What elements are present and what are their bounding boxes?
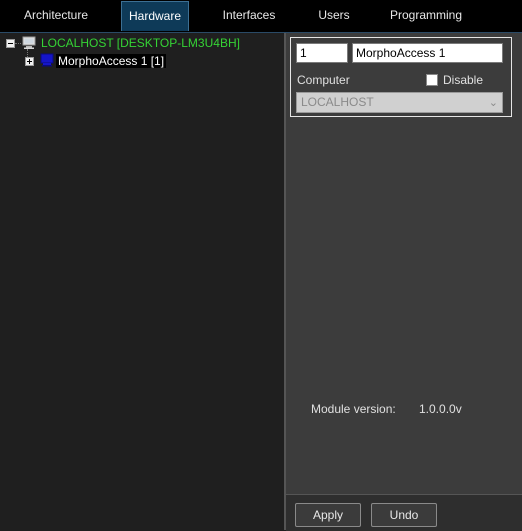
apply-button[interactable]: Apply [295,503,361,527]
disable-label: Disable [443,73,484,87]
undo-button[interactable]: Undo [371,503,437,527]
tab-interfaces[interactable]: Interfaces [215,1,283,31]
tree-node-morphoaccess[interactable]: MorphoAccess 1 [1] [56,53,167,69]
disable-checkbox[interactable] [426,74,438,86]
tab-hardware[interactable]: Hardware [121,1,189,31]
monitor-icon [40,53,54,67]
tab-bar: Architecture Hardware Interfaces Users P… [0,0,522,33]
module-version-label: Module version: [311,402,396,416]
tree-node-localhost[interactable]: LOCALHOST [DESKTOP-LM3U4BH] [41,35,240,51]
collapse-toggle[interactable] [6,39,15,48]
computer-select-value: LOCALHOST [301,95,374,109]
computer-label: Computer [297,73,350,87]
tab-architecture[interactable]: Architecture [14,1,98,31]
chevron-down-icon: ⌄ [488,97,498,109]
tab-users[interactable]: Users [307,1,361,31]
tree-connector [15,43,21,45]
tree-node-label: MorphoAccess 1 [1] [56,54,167,68]
object-tree-pane [0,33,284,530]
object-id-field[interactable] [296,43,348,63]
action-bar: Apply Undo [286,494,522,531]
module-version-value: 1.0.0.0v [419,402,462,416]
expand-toggle[interactable] [25,57,34,66]
computer-icon [22,36,36,49]
object-name-field[interactable] [352,43,503,63]
computer-select[interactable]: LOCALHOST ⌄ [296,92,503,113]
tab-programming[interactable]: Programming [386,1,466,31]
